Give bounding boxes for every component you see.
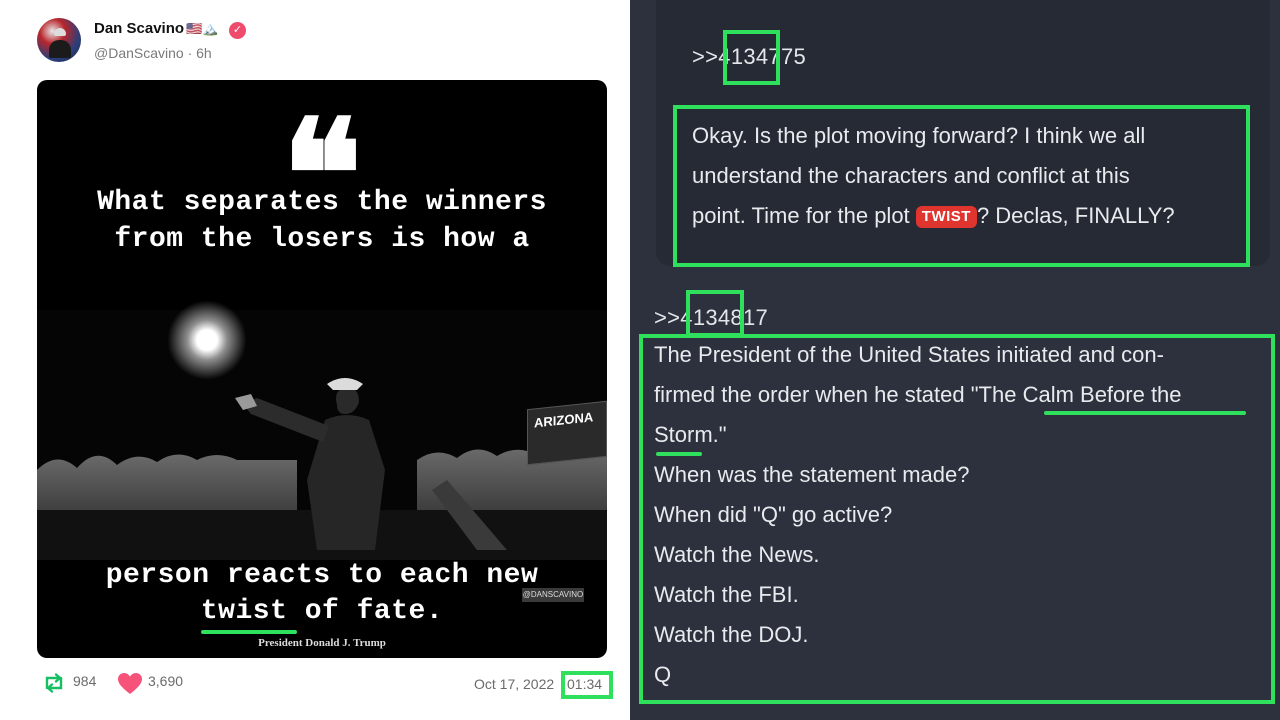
post-date: Oct 17, 2022 (474, 676, 555, 692)
avatar-suit-shape (49, 40, 71, 58)
arizona-sign: ARIZONA (527, 400, 607, 466)
quote-line-4: twist of fate. (37, 596, 607, 627)
heart-icon[interactable] (117, 672, 143, 696)
avatar-hat-shape (54, 28, 66, 36)
rally-scene-image (37, 310, 607, 560)
quote-marks-icon: ❝ (281, 87, 363, 263)
quote-line-3: person reacts to each new (105, 560, 539, 591)
quote-line-1: What separates the winners (97, 187, 547, 218)
retweet-icon[interactable] (42, 672, 66, 694)
handle-and-time[interactable]: @DanScavino · 6h (94, 45, 212, 61)
twist-highlight-underline (201, 630, 297, 634)
avatar[interactable] (37, 18, 81, 62)
verified-badge-icon: ✓ (229, 22, 246, 39)
post-2-text-highlight-box (639, 334, 1275, 704)
arizona-sign-text: ARIZONA (534, 409, 594, 431)
post-image[interactable]: ❝ What separates the winners from the lo… (37, 80, 607, 658)
quote-line-4-rest: of fate. (287, 596, 444, 627)
spotlight-glow (167, 300, 247, 380)
retweet-count: 984 (73, 673, 97, 689)
tweet-panel: Dan Scavino 🇺🇸🏔️ ✓ @DanScavino · 6h ❝ Wh… (0, 0, 630, 720)
display-name[interactable]: Dan Scavino (94, 20, 184, 37)
post-2-ref-highlight-box (686, 290, 744, 337)
time-highlight-box (561, 671, 613, 699)
quote-line-2: from the losers is how a (114, 224, 530, 255)
quote-attribution: President Donald J. Trump (258, 637, 386, 649)
like-count: 3,690 (148, 673, 184, 689)
post-1-ref-highlight-box (723, 30, 780, 85)
twist-word: twist (200, 596, 288, 627)
post-1-text-highlight-box (673, 105, 1250, 267)
name-emoji: 🇺🇸🏔️ (186, 21, 219, 36)
